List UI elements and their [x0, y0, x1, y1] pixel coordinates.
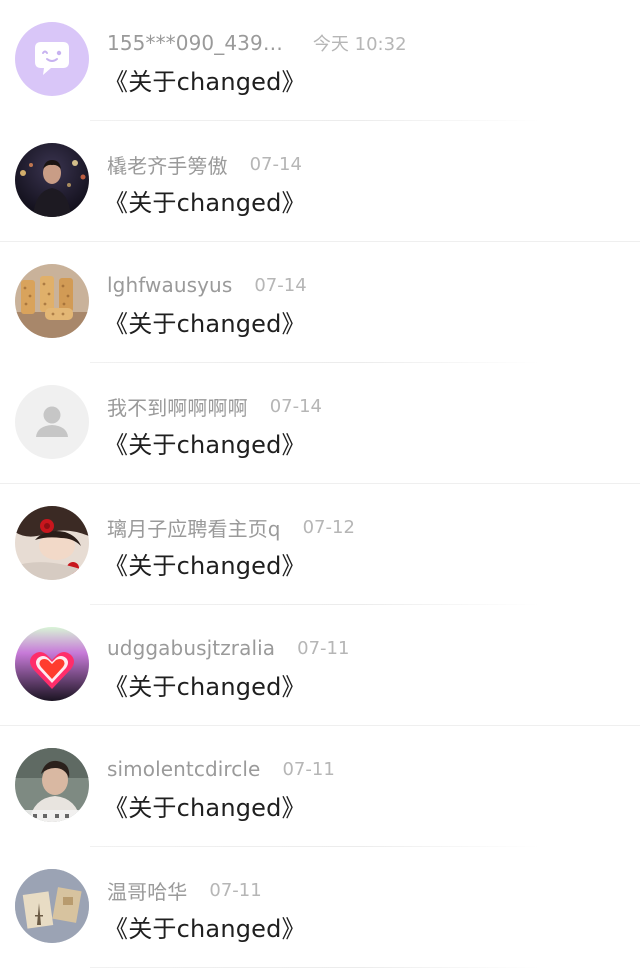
- username[interactable]: 温哥哈华: [107, 876, 187, 905]
- avatar[interactable]: [15, 627, 89, 701]
- avatar[interactable]: [15, 385, 89, 459]
- comment-item[interactable]: 璃月子应聘看主页q 07-12 《关于changed》: [0, 484, 640, 605]
- default-user-icon: [15, 385, 89, 459]
- comment-meta: 155***090_439… 今天 10:32: [107, 30, 407, 56]
- avatar[interactable]: [15, 22, 89, 96]
- comment-meta: 璃月子应聘看主页q 07-12: [107, 513, 355, 542]
- timestamp: 07-11: [282, 758, 335, 780]
- comment-text: 《关于changed》: [104, 189, 306, 217]
- comment-item[interactable]: 温哥哈华 07-11 《关于changed》: [0, 847, 640, 968]
- username[interactable]: 我不到啊啊啊啊: [107, 392, 248, 421]
- comment-text: 《关于changed》: [104, 794, 306, 822]
- timestamp: 今天 10:32: [312, 34, 407, 55]
- comment-item[interactable]: simolentcdircle 07-11 《关于changed》: [0, 726, 640, 847]
- comment-item[interactable]: 155***090_439… 今天 10:32 《关于changed》: [0, 0, 640, 121]
- neon-heart-photo: [15, 627, 89, 701]
- comment-item[interactable]: udggabusjtzralia 07-11 《关于changed》: [0, 605, 640, 726]
- username[interactable]: udggabusjtzralia: [107, 636, 275, 660]
- avatar[interactable]: [15, 506, 89, 580]
- comment-item[interactable]: 橇老齐手篣傲 07-14 《关于changed》: [0, 121, 640, 242]
- comment-meta: lghfwausyus 07-14: [107, 272, 307, 298]
- comment-text: 《关于changed》: [104, 310, 306, 338]
- comment-text: 《关于changed》: [104, 552, 306, 580]
- girl-with-red-flower-photo: [15, 506, 89, 580]
- timestamp: 07-11: [297, 637, 350, 659]
- comment-text: 《关于changed》: [104, 915, 306, 943]
- avatar[interactable]: [15, 869, 89, 943]
- timestamp: 07-11: [209, 879, 262, 901]
- comment-item[interactable]: lghfwausyus 07-14 《关于changed》: [0, 242, 640, 363]
- purple-chat-bubble-icon: [15, 22, 89, 96]
- avatar[interactable]: [15, 748, 89, 822]
- man-portrait-photo: [15, 748, 89, 822]
- comment-meta: 我不到啊啊啊啊 07-14: [107, 392, 323, 421]
- comment-meta: 橇老齐手篣傲 07-14: [107, 150, 302, 179]
- username[interactable]: simolentcdircle: [107, 757, 260, 781]
- night-city-portrait: [15, 143, 89, 217]
- comment-item[interactable]: 我不到啊啊啊啊 07-14 《关于changed》: [0, 363, 640, 484]
- timestamp: 07-14: [249, 153, 302, 175]
- timestamp: 07-12: [302, 516, 355, 538]
- cork-jars-photo: [15, 264, 89, 338]
- comment-meta: 温哥哈华 07-11: [107, 876, 262, 905]
- username[interactable]: 橇老齐手篣傲: [107, 150, 228, 179]
- comment-text: 《关于changed》: [104, 68, 306, 96]
- eiffel-tower-postcard-photo: [15, 869, 89, 943]
- divider: [90, 967, 540, 968]
- avatar[interactable]: [15, 264, 89, 338]
- comment-meta: simolentcdircle 07-11: [107, 756, 335, 782]
- comment-text: 《关于changed》: [104, 431, 306, 459]
- comment-text: 《关于changed》: [104, 673, 306, 701]
- timestamp: 07-14: [254, 274, 307, 296]
- username[interactable]: 璃月子应聘看主页q: [107, 513, 281, 542]
- timestamp: 07-14: [269, 395, 323, 417]
- username[interactable]: lghfwausyus: [107, 273, 232, 297]
- username[interactable]: 155***090_439…: [107, 31, 283, 55]
- comment-list: 155***090_439… 今天 10:32 《关于changed》 橇老齐手…: [0, 0, 640, 969]
- comment-meta: udggabusjtzralia 07-11: [107, 635, 349, 661]
- avatar[interactable]: [15, 143, 89, 217]
